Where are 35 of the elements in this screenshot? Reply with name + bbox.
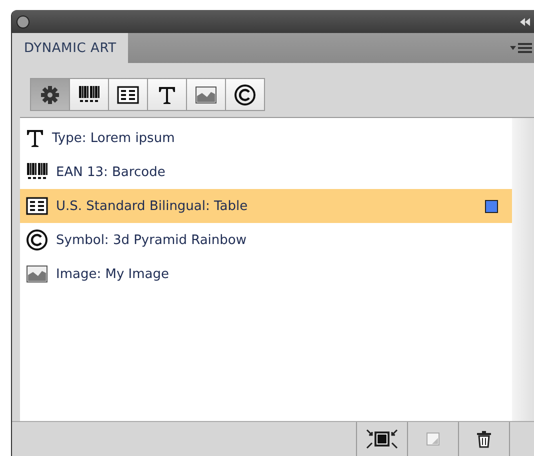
item-label: Symbol: 3d Pyramid Rainbow bbox=[56, 232, 248, 248]
serif-t-icon bbox=[26, 128, 44, 148]
item-label: U.S. Standard Bilingual: Table bbox=[56, 198, 249, 214]
table-icon bbox=[26, 197, 48, 215]
barcode-icon bbox=[78, 84, 100, 104]
gear-icon bbox=[40, 84, 60, 104]
close-icon[interactable] bbox=[16, 14, 30, 28]
collapse-icon[interactable] bbox=[520, 18, 530, 26]
image-icon bbox=[26, 265, 48, 283]
copyright-icon bbox=[234, 84, 256, 106]
toolbar-button[interactable] bbox=[69, 78, 109, 111]
menu-icon[interactable] bbox=[510, 42, 532, 54]
serif-t-icon bbox=[158, 84, 176, 104]
trash-icon bbox=[476, 430, 492, 448]
list-item[interactable]: EAN 13: Barcode bbox=[20, 155, 512, 189]
toolbar-button[interactable] bbox=[147, 78, 187, 111]
toolbar-button[interactable] bbox=[30, 78, 70, 111]
list-item[interactable]: Symbol: 3d Pyramid Rainbow bbox=[20, 223, 512, 257]
copyright-icon bbox=[26, 229, 48, 251]
list-item[interactable]: Type: Lorem ipsum bbox=[20, 121, 512, 155]
item-label: Type: Lorem ipsum bbox=[52, 130, 176, 146]
image-icon bbox=[195, 86, 217, 104]
panel-tab[interactable]: DYNAMIC ART bbox=[12, 33, 128, 63]
table-icon bbox=[117, 86, 139, 104]
toolbar-button[interactable] bbox=[186, 78, 226, 111]
item-label: EAN 13: Barcode bbox=[56, 164, 166, 180]
item-label: Image: My Image bbox=[56, 266, 170, 282]
toolbar-button[interactable] bbox=[108, 78, 148, 111]
fit-frame-icon bbox=[366, 428, 398, 450]
new-page-icon bbox=[426, 432, 440, 446]
list-item[interactable]: U.S. Standard Bilingual: Table bbox=[20, 189, 512, 223]
toolbar-button[interactable] bbox=[225, 78, 265, 111]
scroll-track[interactable] bbox=[512, 118, 534, 421]
list-item[interactable]: Image: My Image bbox=[20, 257, 512, 291]
barcode-icon bbox=[26, 162, 48, 182]
